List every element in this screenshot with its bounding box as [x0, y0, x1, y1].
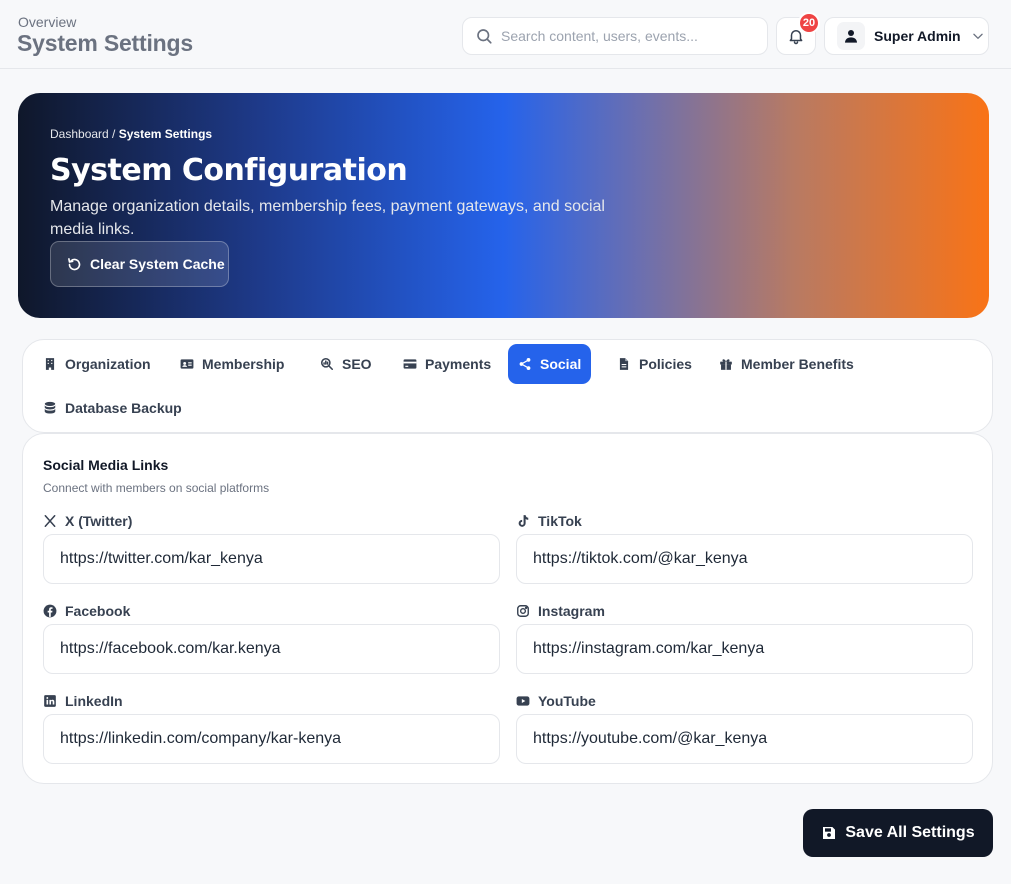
breadcrumb-dashboard[interactable]: Dashboard — [50, 127, 109, 141]
youtube-label: YouTube — [516, 693, 596, 709]
field-label-text: Facebook — [65, 603, 131, 619]
search-input[interactable] — [501, 28, 761, 44]
avatar — [837, 22, 865, 50]
youtube-url-input[interactable] — [516, 714, 973, 764]
linkedin-label: LinkedIn — [43, 693, 123, 709]
hero-banner: Dashboard / System Settings System Confi… — [18, 93, 989, 318]
breadcrumb: Dashboard / System Settings — [50, 127, 212, 141]
tab-membership[interactable]: Membership — [170, 344, 294, 384]
search-box[interactable] — [462, 17, 768, 55]
tab-organization[interactable]: Organization — [33, 344, 161, 384]
field-label-text: Instagram — [538, 603, 605, 619]
field-label-text: LinkedIn — [65, 693, 123, 709]
clear-cache-label: Clear System Cache — [90, 256, 225, 272]
tab-label: Organization — [65, 356, 151, 372]
tab-social[interactable]: Social — [508, 344, 592, 384]
page-title: System Settings — [17, 30, 193, 56]
tiktok-label: TikTok — [516, 513, 582, 529]
chart-search-icon — [320, 357, 334, 371]
linkedin-url-input[interactable] — [43, 714, 500, 764]
tab-label: SEO — [342, 356, 372, 372]
instagram-icon — [517, 605, 529, 617]
breadcrumb-current: System Settings — [118, 127, 213, 141]
credit-card-icon — [403, 359, 417, 369]
tab-label: Member Benefits — [741, 356, 854, 372]
social-links-card: Social Media Links Connect with members … — [22, 433, 993, 784]
section-subtitle: Connect with members on social platforms — [43, 481, 270, 495]
building-icon — [45, 358, 55, 370]
field-label-text: YouTube — [538, 693, 596, 709]
settings-tabs: Organization Membership SEO Payments Soc… — [22, 339, 993, 433]
tiktok-url-input[interactable] — [516, 534, 973, 584]
tab-label: Social — [540, 356, 582, 372]
tab-label: Policies — [639, 356, 692, 372]
tab-seo[interactable]: SEO — [310, 344, 382, 384]
top-bar: Overview System Settings 20 Super Admin — [0, 0, 1011, 69]
user-icon — [845, 30, 857, 43]
database-icon — [44, 401, 56, 414]
save-all-settings-button[interactable]: Save All Settings — [803, 809, 993, 857]
x-twitter-label: X (Twitter) — [43, 513, 132, 529]
youtube-icon — [516, 696, 530, 706]
x-twitter-icon — [44, 514, 56, 528]
tab-label: Payments — [425, 356, 492, 372]
gift-icon — [720, 359, 732, 370]
tab-member-benefits[interactable]: Member Benefits — [709, 344, 864, 384]
id-card-icon — [180, 359, 194, 369]
instagram-url-input[interactable] — [516, 624, 973, 674]
field-label-text: TikTok — [538, 513, 582, 529]
user-menu-button[interactable]: Super Admin — [824, 17, 989, 55]
field-label-text: X (Twitter) — [65, 513, 133, 529]
facebook-icon — [43, 604, 57, 618]
tab-policies[interactable]: Policies — [607, 344, 702, 384]
section-title: Social Media Links — [43, 457, 169, 473]
facebook-url-input[interactable] — [43, 624, 500, 674]
linkedin-icon — [44, 695, 56, 707]
instagram-label: Instagram — [516, 603, 605, 619]
x-twitter-url-input[interactable] — [43, 534, 500, 584]
user-name: Super Admin — [874, 28, 961, 44]
clear-cache-button[interactable]: Clear System Cache — [50, 241, 229, 287]
save-icon — [823, 827, 836, 839]
rotate-ccw-icon — [68, 257, 81, 270]
tab-payments[interactable]: Payments — [393, 344, 501, 384]
share-icon — [519, 358, 531, 370]
save-label: Save All Settings — [845, 824, 975, 841]
search-icon — [477, 29, 492, 44]
tab-database-backup[interactable]: Database Backup — [33, 388, 192, 428]
file-icon — [619, 358, 629, 370]
overview-label: Overview — [18, 14, 77, 30]
hero-description: Manage organization details, membership … — [50, 198, 605, 238]
facebook-label: Facebook — [43, 603, 130, 619]
breadcrumb-separator: / — [108, 127, 119, 141]
tiktok-icon — [518, 515, 529, 527]
chevron-down-icon — [972, 33, 983, 39]
tab-label: Database Backup — [65, 400, 182, 416]
tab-label: Membership — [202, 356, 285, 372]
hero-title: System Configuration — [50, 153, 408, 188]
notification-badge: 20 — [798, 12, 820, 34]
